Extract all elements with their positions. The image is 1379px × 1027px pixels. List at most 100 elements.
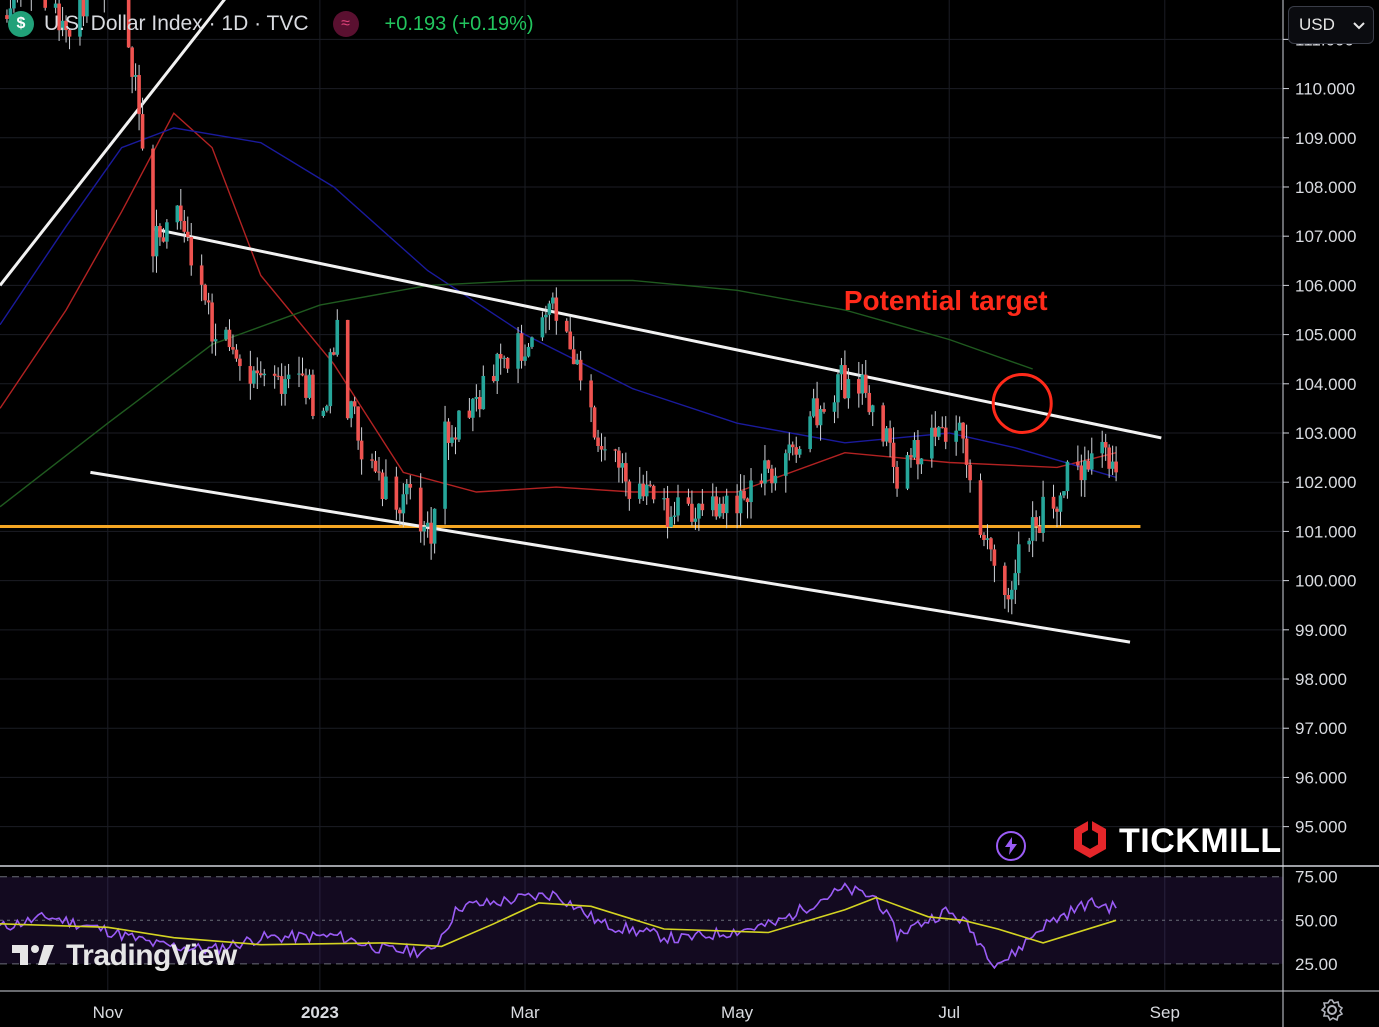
annotation: Potential target: [844, 285, 1053, 434]
candle-body: [599, 446, 604, 450]
candle-body: [578, 359, 583, 381]
y-tick-label: 96.000: [1295, 768, 1347, 787]
candle-body: [1076, 461, 1080, 466]
candle-body: [773, 475, 778, 484]
candle-body: [867, 392, 872, 413]
tradingview-logo: TradingView: [12, 939, 237, 973]
candle-body: [992, 549, 997, 566]
rsi-tick-label: 75.00: [1295, 868, 1338, 887]
candle-body: [808, 416, 812, 450]
candle-body: [644, 484, 649, 497]
candle-body: [863, 374, 868, 393]
y-tick-label: 97.000: [1295, 719, 1347, 738]
candle-body: [384, 476, 388, 499]
y-tick-label: 99.000: [1295, 621, 1347, 640]
price-change: +0.193 (+0.19%): [384, 12, 534, 35]
candle-body: [672, 515, 677, 517]
candle-body: [213, 339, 218, 342]
candle-body: [745, 498, 750, 503]
wave-icon[interactable]: ≈: [332, 11, 359, 37]
candle-body: [370, 459, 374, 461]
candle-body: [286, 374, 291, 380]
candle-body: [1037, 526, 1042, 533]
candle-body: [1114, 461, 1118, 473]
lightning-icon[interactable]: [996, 831, 1026, 861]
candle-body: [592, 407, 597, 438]
candle-body: [982, 534, 986, 540]
candle-body: [262, 373, 267, 376]
candle-body: [1009, 589, 1014, 600]
candle-body: [328, 352, 333, 407]
candle-body: [467, 410, 472, 418]
candle-body: [690, 503, 694, 522]
candle-body: [1058, 495, 1063, 512]
candle-body: [888, 428, 892, 443]
candle-body: [1016, 544, 1021, 574]
dollar-icon[interactable]: $: [8, 11, 34, 37]
candle-body: [297, 373, 301, 375]
settings-gear-icon[interactable]: [1318, 996, 1346, 1024]
candle-body: [957, 422, 962, 431]
candle-body: [881, 405, 885, 442]
candle-body: [832, 402, 837, 412]
candle-body: [933, 427, 938, 437]
y-tick-label: 103.000: [1295, 424, 1356, 443]
candle-body: [857, 379, 861, 394]
candle-body: [697, 503, 701, 519]
candle-body: [836, 374, 840, 403]
candle-body: [912, 440, 917, 458]
candle-body: [783, 453, 788, 476]
candle-body: [815, 398, 819, 426]
candle-body: [307, 374, 312, 398]
candle-body: [547, 303, 552, 315]
currency-select[interactable]: USD: [1288, 6, 1374, 44]
y-tick-label: 110.000: [1295, 80, 1355, 99]
candle-body: [478, 396, 482, 410]
candle-body: [1065, 461, 1070, 492]
candle-body: [255, 370, 260, 374]
candle-body: [495, 353, 500, 382]
candle-body: [1041, 496, 1045, 533]
x-tick-label: Nov: [93, 1003, 124, 1022]
candle-body: [1083, 460, 1087, 481]
candle-body: [1030, 517, 1035, 541]
candle-body: [1051, 496, 1056, 509]
candle-body: [401, 494, 406, 514]
candle-body: [446, 421, 451, 443]
candle-body: [905, 455, 910, 489]
candle-body: [373, 460, 378, 472]
price-chart[interactable]: Potential target 111.000110.000109.00010…: [0, 0, 1379, 1027]
candle-body: [238, 358, 242, 367]
candle-body: [258, 373, 263, 376]
candle-body: [641, 483, 646, 497]
candle-body: [1027, 540, 1031, 545]
candle-body: [822, 409, 826, 412]
chart-header: $ U.S. Dollar Index · 1D · TVC ≈ +0.193 …: [0, 6, 534, 42]
candle-body: [989, 538, 993, 550]
candle-body: [1100, 441, 1104, 454]
candle-body: [627, 481, 632, 499]
candle-body: [1089, 453, 1094, 470]
candle-body: [408, 483, 413, 488]
candle-body: [481, 375, 486, 410]
y-tick-label: 100.000: [1295, 572, 1356, 591]
candle-body: [714, 496, 719, 517]
y-tick-label: 107.000: [1295, 227, 1356, 246]
candle-body: [199, 265, 204, 285]
currency-value: USD: [1299, 15, 1335, 34]
candle-body: [749, 480, 753, 503]
candle-body: [686, 497, 691, 504]
x-tick-label: Sep: [1150, 1003, 1180, 1022]
candle-body: [797, 449, 802, 455]
candle-body: [405, 483, 409, 495]
candle-body: [1110, 461, 1115, 469]
candle-body: [272, 373, 277, 376]
candle-body: [1107, 447, 1111, 469]
symbol-title[interactable]: U.S. Dollar Index · 1D · TVC: [44, 12, 309, 36]
candle-body: [443, 421, 447, 509]
candle-body: [422, 526, 426, 532]
candle-body: [613, 449, 618, 451]
candle-body: [669, 516, 673, 527]
candle-body: [206, 300, 211, 303]
candle-body: [283, 379, 287, 394]
